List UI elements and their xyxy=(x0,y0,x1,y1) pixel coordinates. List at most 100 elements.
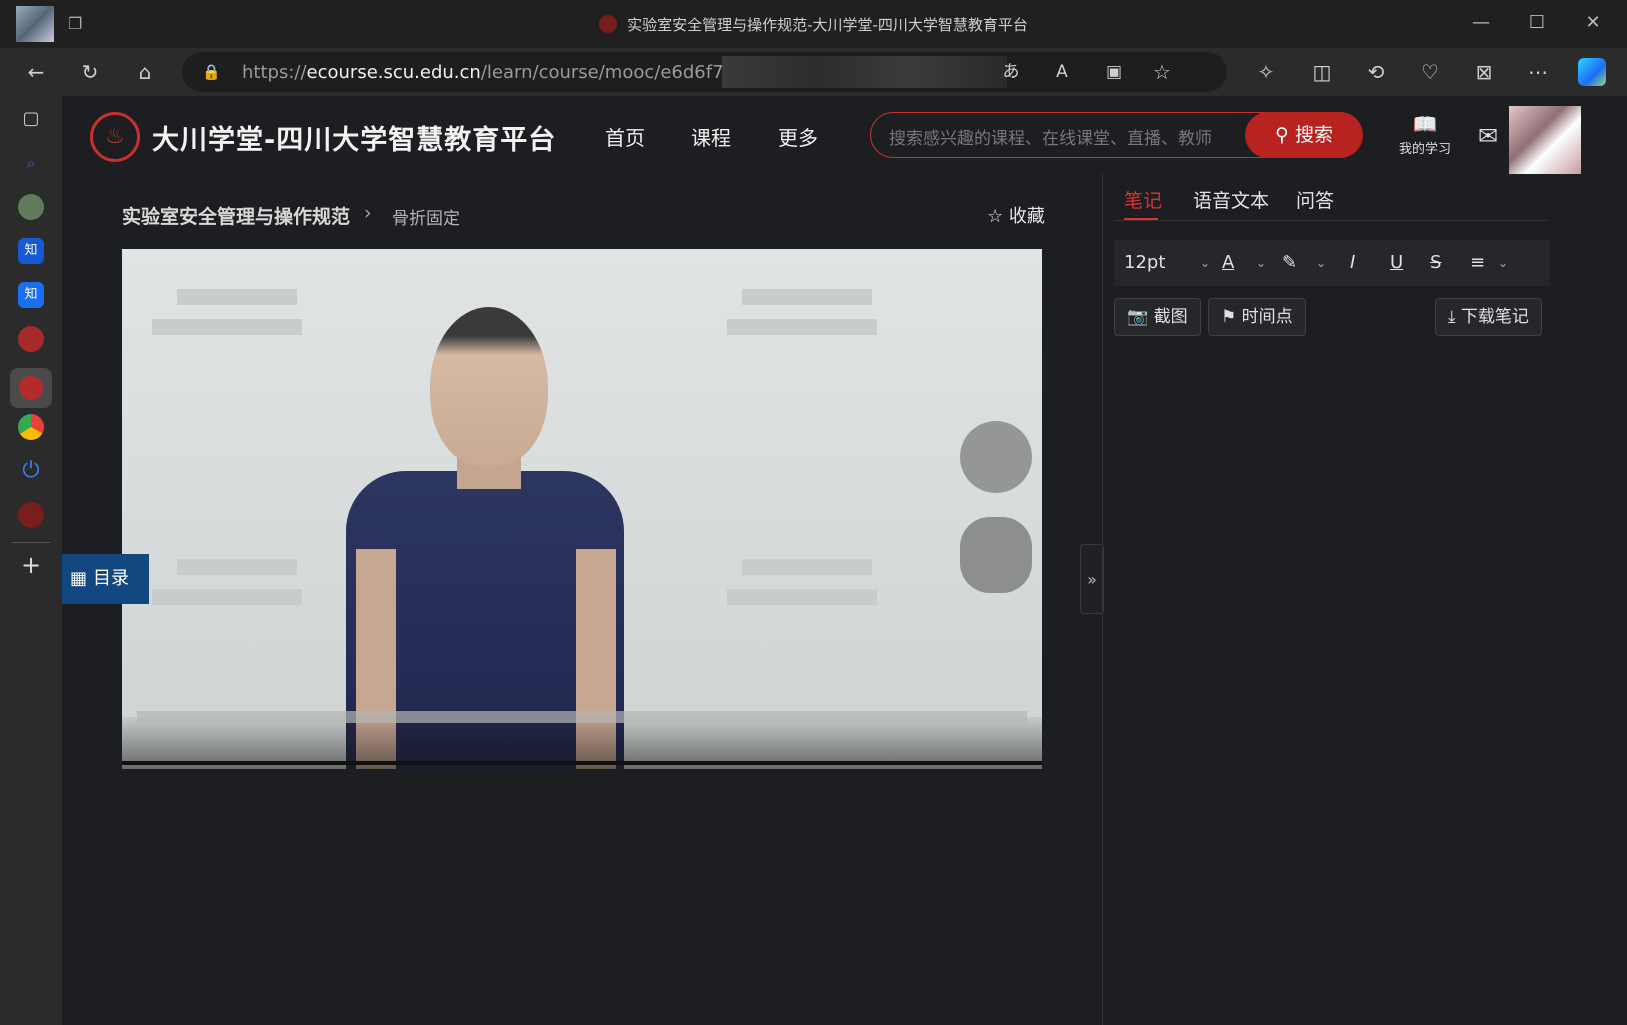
video-player[interactable] xyxy=(122,249,1042,769)
avatar[interactable] xyxy=(1509,106,1581,174)
chevron-down-icon[interactable]: ⌄ xyxy=(1200,252,1210,274)
browser-sidebar: ▢ ⌕ 知 知 ⏻ + xyxy=(0,96,62,1025)
player-overlay-button[interactable] xyxy=(960,517,1032,593)
redacted-url-segment xyxy=(722,56,1007,88)
site-logo-icon[interactable]: ♨ xyxy=(90,112,140,162)
sidebar-separator xyxy=(12,542,50,543)
close-icon[interactable]: ✕ xyxy=(1582,12,1604,34)
window-titlebar: ❐ 实验室安全管理与操作规范-大川学堂-四川大学智慧教育平台 — ☐ ✕ xyxy=(0,0,1627,48)
chevron-down-icon[interactable]: ⌄ xyxy=(1498,252,1508,274)
tab-qa[interactable]: 问答 xyxy=(1296,186,1334,213)
format-toolbar: 12pt ⌄ A ⌄ ✎ ⌄ I U S ≡ ⌄ xyxy=(1114,240,1550,286)
download-notes-button[interactable]: ⤓ 下载笔记 xyxy=(1435,298,1542,336)
refresh-icon[interactable]: ↻ xyxy=(76,58,104,86)
underline-icon[interactable]: U xyxy=(1390,252,1403,274)
vertical-tabs-icon[interactable]: ▢ xyxy=(18,106,44,132)
search-input[interactable]: 搜索感兴趣的课程、在线课堂、直播、教师 xyxy=(889,124,1229,149)
favorite-star-icon[interactable]: ☆ xyxy=(1148,58,1176,86)
search-button[interactable]: ⚲ 搜索 xyxy=(1245,112,1363,158)
flag-icon: ⚑ xyxy=(1221,307,1242,327)
highlight-icon[interactable]: ✎ xyxy=(1282,252,1297,274)
app-available-icon[interactable]: ▣ xyxy=(1100,58,1128,86)
maximize-icon[interactable]: ☐ xyxy=(1526,12,1548,34)
watermark xyxy=(152,319,302,335)
text-color-icon[interactable]: A xyxy=(1222,252,1234,274)
nav-courses[interactable]: 课程 xyxy=(691,122,731,151)
history-icon[interactable]: ⟲ xyxy=(1362,58,1390,86)
window-title-text: 实验室安全管理与操作规范-大川学堂-四川大学智慧教育平台 xyxy=(627,16,1028,34)
player-progress-bar[interactable] xyxy=(137,711,1027,723)
font-size-select[interactable]: 12pt xyxy=(1124,252,1165,274)
more-menu-icon[interactable]: ⋯ xyxy=(1524,58,1552,86)
table-of-contents-tab[interactable]: ▦ 目录 xyxy=(62,554,149,604)
tab-notes[interactable]: 笔记 xyxy=(1124,186,1162,213)
split-screen-icon[interactable]: ◫ xyxy=(1308,58,1336,86)
site-header: ♨ 大川学堂-四川大学智慧教育平台 首页 课程 更多 搜索感兴趣的课程、在线课堂… xyxy=(62,96,1627,180)
add-app-icon[interactable]: + xyxy=(18,552,44,578)
watermark xyxy=(177,289,297,305)
player-bottom-edge xyxy=(122,761,1042,765)
tab-transcript[interactable]: 语音文本 xyxy=(1193,186,1269,213)
address-bar[interactable]: 🔒 https://ecourse.scu.edu.cn/learn/cours… xyxy=(182,52,1227,92)
panel-divider xyxy=(1102,174,1103,1025)
copilot-icon[interactable] xyxy=(1578,58,1606,86)
watermark xyxy=(152,589,302,605)
notes-panel: 笔记 语音文本 问答 12pt ⌄ A ⌄ ✎ ⌄ I U S ≡ ⌄ 📷 截图… xyxy=(1114,174,1554,1025)
search-button-label: 搜索 xyxy=(1294,124,1333,146)
chevron-down-icon[interactable]: ⌄ xyxy=(1256,252,1266,274)
italic-icon[interactable]: I xyxy=(1350,252,1355,274)
strikethrough-icon[interactable]: S xyxy=(1430,252,1441,274)
chevron-down-icon[interactable]: ⌄ xyxy=(1316,252,1326,274)
player-overlay-button[interactable] xyxy=(960,421,1032,493)
favorite-label: 收藏 xyxy=(1008,206,1045,227)
nav-home[interactable]: 首页 xyxy=(605,122,645,151)
read-aloud-icon[interactable]: A xyxy=(1048,58,1076,86)
book-icon: 📖 xyxy=(1412,112,1438,136)
watermark xyxy=(177,559,297,575)
power-app-icon[interactable]: ⏻ xyxy=(18,458,44,484)
collapse-panel-button[interactable]: » xyxy=(1080,544,1104,614)
home-icon[interactable]: ⌂ xyxy=(131,58,159,86)
zhihu-icon-2[interactable]: 知 xyxy=(18,282,44,308)
tabs-divider xyxy=(1114,220,1548,221)
window-title: 实验室安全管理与操作规范-大川学堂-四川大学智慧教育平台 xyxy=(0,14,1627,35)
align-icon[interactable]: ≡ xyxy=(1470,252,1485,274)
breadcrumb-course[interactable]: 实验室安全管理与操作规范 xyxy=(122,202,350,229)
nav-more[interactable]: 更多 xyxy=(778,122,818,151)
browser-toolbar: ← ↻ ⌂ 🔒 https://ecourse.scu.edu.cn/learn… xyxy=(0,48,1627,96)
extensions-icon[interactable]: ✧ xyxy=(1252,58,1280,86)
watermark xyxy=(727,589,877,605)
my-learning-link[interactable]: 📖 我的学习 xyxy=(1390,112,1460,157)
url-text[interactable]: https://ecourse.scu.edu.cn/learn/course/… xyxy=(242,62,804,83)
red-app-icon[interactable] xyxy=(18,502,44,528)
mail-icon[interactable]: ✉ xyxy=(1478,122,1498,150)
search-icon[interactable]: ⌕ xyxy=(18,150,44,176)
my-learning-label: 我的学习 xyxy=(1398,142,1451,157)
chrome-app-icon[interactable] xyxy=(18,414,44,440)
site-name[interactable]: 大川学堂-四川大学智慧教育平台 xyxy=(152,118,556,157)
translate-icon[interactable]: あ xyxy=(997,58,1025,86)
minimize-icon[interactable]: — xyxy=(1470,12,1492,34)
performance-icon[interactable]: ♡ xyxy=(1416,58,1444,86)
app-shortcut-icon[interactable] xyxy=(18,194,44,220)
page-content: ♨ 大川学堂-四川大学智慧教育平台 首页 课程 更多 搜索感兴趣的课程、在线课堂… xyxy=(62,96,1627,1025)
timepoint-label: 时间点 xyxy=(1241,307,1293,327)
watermark xyxy=(742,289,872,305)
site-favicon-icon xyxy=(599,15,618,33)
screenshot-icon[interactable]: ⊠ xyxy=(1470,58,1498,86)
lock-icon[interactable]: 🔒 xyxy=(202,62,222,82)
breadcrumb-lesson: 骨折固定 xyxy=(392,209,460,229)
scu-app-icon[interactable] xyxy=(18,326,44,352)
back-icon[interactable]: ← xyxy=(22,58,50,86)
scu-app-active-icon[interactable] xyxy=(10,368,52,408)
watermark xyxy=(742,559,872,575)
search-box[interactable]: 搜索感兴趣的课程、在线课堂、直播、教师 ⚲ 搜索 xyxy=(870,112,1363,158)
grid-icon: ▦ xyxy=(70,568,88,589)
timepoint-button[interactable]: ⚑ 时间点 xyxy=(1208,298,1306,336)
zhihu-icon[interactable]: 知 xyxy=(18,238,44,264)
search-icon: ⚲ xyxy=(1275,124,1295,146)
screenshot-button[interactable]: 📷 截图 xyxy=(1114,298,1201,336)
star-icon: ☆ xyxy=(987,206,1004,227)
favorite-button[interactable]: ☆ 收藏 xyxy=(987,202,1045,228)
watermark xyxy=(727,319,877,335)
